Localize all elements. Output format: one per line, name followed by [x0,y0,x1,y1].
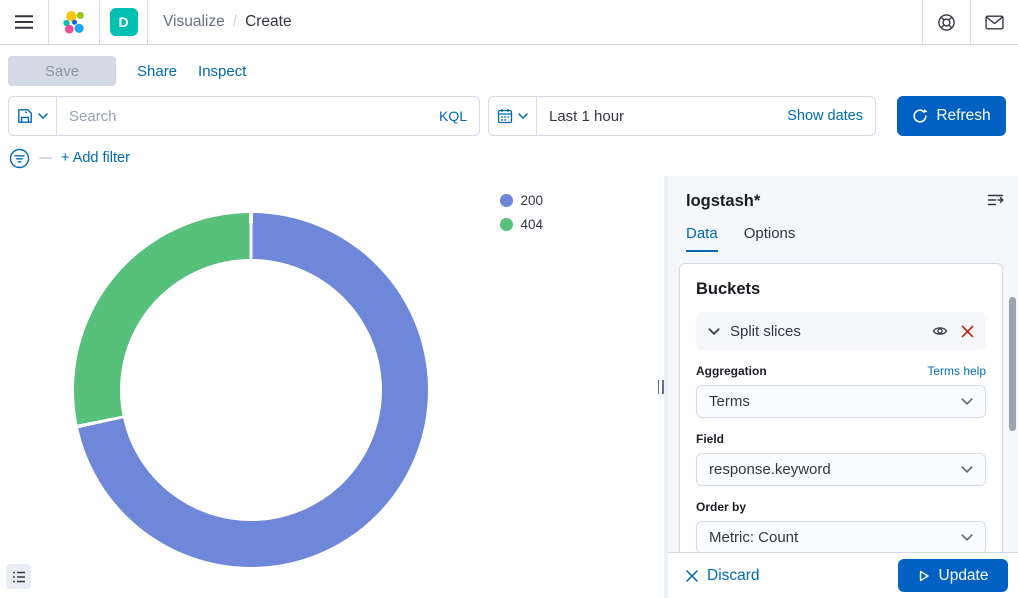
legend-swatch [500,218,513,231]
sidebar-footer: Discard Update [668,552,1018,598]
filter-icon[interactable] [9,148,30,169]
help-icon [937,13,956,32]
inspect-button[interactable]: Inspect [198,63,246,80]
aggregation-label: Aggregation [696,364,767,378]
aggregation-select[interactable]: Terms [696,385,986,418]
breadcrumb-create: Create [245,13,292,31]
search-input[interactable] [57,108,427,125]
app-header: D Visualize / Create [0,0,1018,45]
resize-grip-icon [658,380,664,394]
space-badge[interactable]: D [110,8,138,36]
update-label: Update [939,567,989,585]
order-by-select[interactable]: Metric: Count [696,521,986,554]
sidebar-header: logstash* [668,176,1018,211]
split-slices-accordion[interactable]: Split slices [696,312,986,350]
chevron-down-icon [708,328,720,335]
filter-bar: + Add filter [0,141,1018,175]
menu-right-icon [987,192,1004,208]
breadcrumb-visualize[interactable]: Visualize [163,13,225,31]
tab-data[interactable]: Data [686,225,718,252]
update-button[interactable]: Update [898,559,1008,592]
add-filter-button[interactable]: + Add filter [61,150,130,166]
chart-legend: 200 404 [500,193,543,232]
menu-button[interactable] [0,0,49,44]
refresh-label: Refresh [936,107,990,125]
filter-divider [39,157,52,159]
order-by-value: Metric: Count [709,529,798,546]
elastic-logo[interactable] [49,0,100,44]
quick-select-menu-button[interactable] [489,97,537,135]
order-by-label-row: Order by [696,500,986,514]
newsfeed-button[interactable] [970,0,1018,44]
show-dates-button[interactable]: Show dates [787,108,875,124]
panel-resize-handle[interactable] [657,176,668,598]
legend-swatch [500,194,513,207]
discard-label: Discard [707,567,760,585]
collapse-sidebar-button[interactable] [983,192,1008,211]
breadcrumb-separator: / [233,13,237,31]
elastic-logo-icon [62,10,87,35]
donut-chart[interactable] [74,213,428,567]
tab-options[interactable]: Options [744,225,796,252]
save-query-icon [17,108,33,124]
main-content: 200 404 logstash* Data Options Buckets [0,176,1018,598]
refresh-icon [912,108,928,124]
refresh-button[interactable]: Refresh [897,96,1006,136]
breadcrumb: Visualize / Create [148,0,922,44]
aggregation-label-row: Aggregation Terms help [696,364,986,378]
date-picker: Last 1 hour Show dates [488,96,876,136]
query-bar: KQL Last 1 hour Show dates Refresh [0,96,1018,136]
remove-bucket-button[interactable] [961,325,974,338]
chevron-down-icon [518,113,528,119]
save-button[interactable]: Save [8,56,116,86]
field-value: response.keyword [709,461,831,478]
donut-hole [120,259,382,521]
bucket-type-label: Split slices [730,323,801,340]
hamburger-icon [15,15,33,29]
close-icon [961,325,974,338]
discard-button[interactable]: Discard [686,567,760,585]
field-select[interactable]: response.keyword [696,453,986,486]
legend-item[interactable]: 200 [500,193,543,208]
chevron-down-icon [961,398,973,405]
query-language-button[interactable]: KQL [427,108,479,124]
space-selector[interactable]: D [100,0,148,44]
terms-help-link[interactable]: Terms help [927,364,986,378]
index-pattern-title: logstash* [686,192,760,211]
toggle-visibility-button[interactable] [932,323,948,339]
field-label-row: Field [696,432,986,446]
help-button[interactable] [922,0,970,44]
search-box: KQL [8,96,480,136]
list-icon [12,570,26,584]
legend-label: 404 [521,217,544,232]
calendar-icon [497,108,513,124]
legend-label: 200 [521,193,544,208]
eye-icon [932,323,948,339]
buckets-card: Buckets Split slices [679,263,1003,563]
top-nav-menu: Save Share Inspect [0,46,1018,96]
aggregation-value: Terms [709,393,750,410]
play-icon [918,570,930,582]
time-range-value[interactable]: Last 1 hour [537,108,624,125]
vis-editor-sidebar: logstash* Data Options Buckets Split sli… [668,176,1018,598]
chevron-down-icon [38,113,48,119]
mail-icon [985,15,1004,30]
buckets-heading: Buckets [696,280,986,299]
visualization-area: 200 404 [0,176,657,598]
sidebar-tabs: Data Options [686,225,1018,252]
legend-toggle-button[interactable] [6,564,31,589]
chevron-down-icon [961,534,973,541]
saved-query-menu-button[interactable] [9,97,57,135]
order-by-label: Order by [696,500,746,514]
legend-item[interactable]: 404 [500,217,543,232]
field-label: Field [696,432,724,446]
scrollbar-thumb[interactable] [1009,297,1016,431]
chevron-down-icon [961,466,973,473]
close-icon [686,570,698,582]
share-button[interactable]: Share [137,63,177,80]
